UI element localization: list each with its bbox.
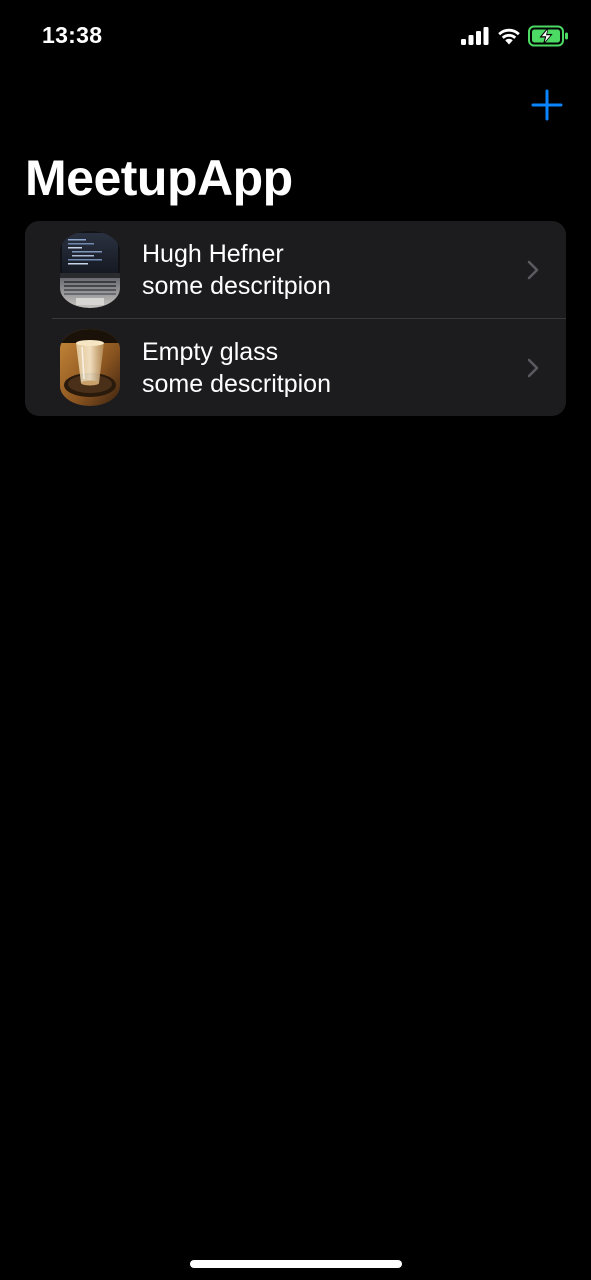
add-meetup-button[interactable] xyxy=(530,88,564,122)
cellular-signal-icon xyxy=(461,27,489,45)
chevron-right-icon xyxy=(527,260,539,280)
home-indicator[interactable] xyxy=(190,1260,402,1268)
plus-icon xyxy=(531,89,563,121)
wifi-icon xyxy=(498,28,520,45)
meetup-title: Empty glass xyxy=(142,338,279,366)
status-bar: 13:38 xyxy=(0,0,591,72)
meetup-thumbnail xyxy=(60,231,120,308)
meetup-description: some descritpion xyxy=(142,370,331,398)
meetup-description: some descritpion xyxy=(142,272,331,300)
status-time: 13:38 xyxy=(42,22,103,48)
meetup-list: Hugh Hefner some descritpion Empty glass… xyxy=(25,221,566,416)
list-item[interactable]: Hugh Hefner some descritpion xyxy=(25,221,566,318)
list-item[interactable]: Empty glass some descritpion xyxy=(25,319,566,416)
chevron-right-icon xyxy=(527,358,539,378)
meetup-title: Hugh Hefner xyxy=(142,240,284,268)
status-icons xyxy=(461,24,569,48)
page-title: MeetupApp xyxy=(25,150,293,206)
battery-charging-icon xyxy=(528,25,568,47)
meetup-thumbnail xyxy=(60,329,120,406)
